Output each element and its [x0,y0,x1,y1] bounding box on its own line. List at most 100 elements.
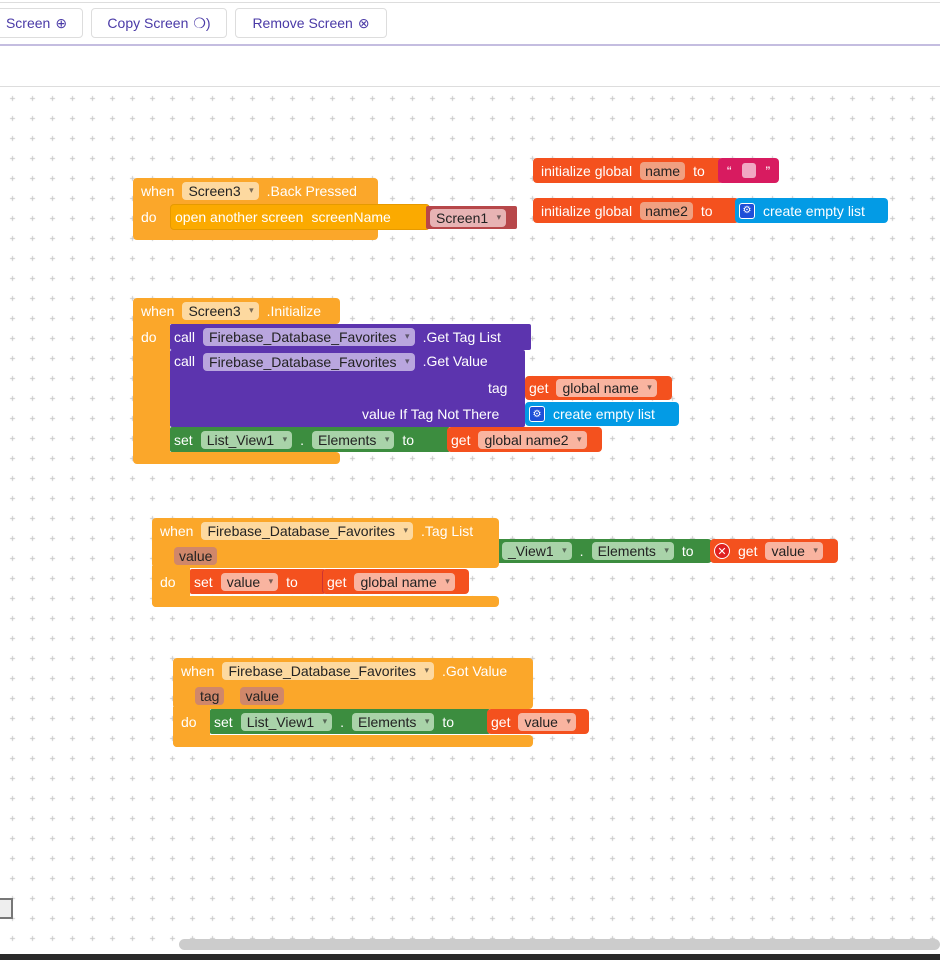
event-params: tag value [191,685,288,707]
to-label: to [286,573,298,590]
open-quote: “ [726,162,732,179]
param-tag[interactable]: tag [195,687,225,705]
do-label: do [156,571,180,593]
event-label: .Back Pressed [266,183,357,199]
open-another-screen-block[interactable]: open another screen screenName [170,204,430,230]
when-label: when [181,663,215,679]
to-label: to [442,713,455,730]
tag-list-event-footer [152,596,499,607]
component-dropdown[interactable]: Screen3 [182,182,259,200]
initialize-global-name-block[interactable]: initialize global name to [533,158,723,183]
when-label: when [160,523,194,539]
variable-name-field[interactable]: name2 [640,201,693,220]
gear-icon[interactable]: ⚙ [739,202,755,219]
param-value[interactable]: value [174,547,218,565]
set-value-block[interactable]: set valueto [190,569,325,594]
component-dropdown[interactable]: _View1 [502,542,572,560]
back-pressed-header: when Screen3 .Back Pressed [137,180,361,202]
variable-dropdown[interactable]: value [765,542,823,560]
variable-dropdown[interactable]: global name2 [478,430,587,449]
variable-dropdown[interactable]: value [220,572,279,591]
close-quote: ” [765,162,771,179]
text-field[interactable] [741,163,756,178]
get-value-block[interactable]: get value [487,709,589,734]
tag-socket-label: tag [484,377,511,399]
screen-name-block[interactable]: Screen1 [426,206,517,229]
variable-name-field[interactable]: name [640,161,686,180]
do-text: do [160,574,176,590]
event-label: .Initialize [266,303,322,319]
component-dropdown[interactable]: Screen3 [182,302,259,320]
variable-dropdown[interactable]: value [518,712,576,731]
do-label: do [137,326,161,348]
stray-set-elements-block[interactable]: _View1. Elements to [480,539,712,563]
initialize-event-footer [133,452,340,464]
toolbar-divider [0,44,940,46]
action-label: open another screen [175,209,304,225]
get-tag-list-call-block[interactable]: call Firebase_Database_Favorites .Get Tag … [170,324,531,350]
remove-circle-icon: ⊗ [357,14,370,31]
got-value-event-footer [173,735,533,747]
variable-dropdown[interactable]: global name [354,572,455,591]
get-label: get [529,380,549,396]
to-label: to [700,202,713,219]
component-dropdown[interactable]: Firebase_Database_Favorites [203,353,415,371]
event-label: .Got Value [442,663,508,679]
stray-get-value-block[interactable]: ✕ get value [710,539,838,563]
event-param-value[interactable]: value [170,545,221,567]
tag-text: tag [488,380,508,396]
list-label: create empty list [763,202,865,219]
param-label: screenName [311,209,391,225]
initialize-header: when Screen3 .Initialize [137,300,325,322]
do-label: do [137,206,161,228]
create-empty-list-block[interactable]: ⚙ create empty list [525,402,679,426]
do-text: do [141,209,157,225]
remove-screen-button[interactable]: Remove Screen ⊗ [235,8,387,38]
property-dropdown[interactable]: Elements [352,712,435,731]
variable-dropdown[interactable]: global name [556,379,657,397]
get-label: get [451,431,471,448]
property-dropdown[interactable]: Elements [591,542,674,560]
copy-screen-button[interactable]: Copy Screen ❍) [91,8,227,38]
set-list-view-elements-block[interactable]: set List_View1. Elements to [210,709,490,734]
add-screen-button[interactable]: Screen ⊕ [0,8,83,38]
to-label: to [681,543,694,559]
remove-screen-label: Remove Screen [252,15,353,31]
component-dropdown[interactable]: List_View1 [240,712,333,731]
component-dropdown[interactable]: Firebase_Database_Favorites [222,662,435,680]
call-label: call [174,353,196,369]
error-icon[interactable]: ✕ [714,543,730,559]
get-global-name2-block[interactable]: get global name2 [447,427,602,452]
init-label: initialize global [541,202,633,219]
get-label: get [327,573,347,590]
when-label: when [141,183,175,199]
text-string-block[interactable]: “” [718,158,779,183]
copy-icon: ❍) [193,14,211,31]
get-global-name-block[interactable]: get global name [322,569,469,594]
call-label: call [174,329,196,345]
initialize-global-name2-block[interactable]: initialize global name2 to [533,198,739,223]
gear-icon[interactable]: ⚙ [529,406,545,422]
component-dropdown[interactable]: Firebase_Database_Favorites [201,522,414,540]
do-label: do [177,711,201,733]
screen-dropdown[interactable]: Screen1 [430,208,507,227]
param-value[interactable]: value [240,687,284,705]
got-value-header: when Firebase_Database_Favorites .Got Valu… [177,660,511,682]
set-list-view-elements-block[interactable]: set List_View1. Elements to [170,427,450,452]
when-label: when [141,303,175,319]
get-global-name-block[interactable]: get global name [525,376,672,400]
copy-screen-label: Copy Screen [107,15,189,31]
property-dropdown[interactable]: Elements [312,430,395,449]
horizontal-scrollbar[interactable] [179,939,940,950]
component-dropdown[interactable]: List_View1 [200,430,293,449]
method-label: .Get Value [422,353,488,369]
dot-label: . [579,543,584,559]
workspace-control[interactable] [0,898,13,919]
bottom-bar [0,954,940,960]
create-empty-list-block[interactable]: ⚙ create empty list [735,198,888,223]
do-text: do [181,714,197,730]
top-border [0,2,940,3]
component-dropdown[interactable]: Firebase_Database_Favorites [203,328,415,346]
tag-list-header: when Firebase_Database_Favorites .Tag List [156,520,477,542]
get-label: get [738,543,758,559]
